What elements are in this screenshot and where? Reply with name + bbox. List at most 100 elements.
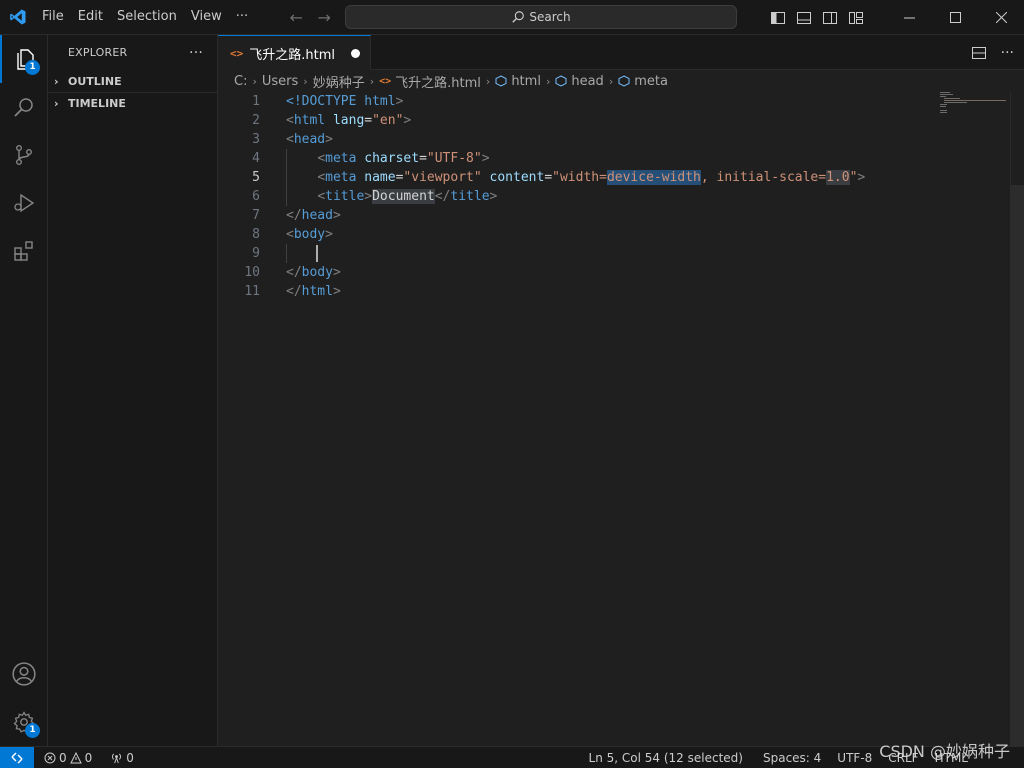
- code-token: >: [489, 189, 498, 204]
- explorer-view[interactable]: 1: [0, 35, 48, 83]
- breadcrumb-user-folder[interactable]: 妙娲种子: [313, 72, 365, 91]
- code-token: , initial-scale=: [700, 170, 827, 185]
- code-line[interactable]: 2 <html lang="en">: [218, 111, 1008, 130]
- outline-section[interactable]: › OUTLINE: [48, 70, 217, 92]
- chevron-right-icon: ›: [54, 97, 59, 110]
- line-number: 1: [252, 94, 260, 109]
- toggle-secondary-sidebar-icon[interactable]: [822, 10, 838, 26]
- line-number: 11: [244, 284, 260, 299]
- code-token: html: [293, 113, 333, 128]
- code-token: >: [364, 189, 373, 204]
- menu-file[interactable]: File: [35, 6, 71, 28]
- indentation[interactable]: Spaces: 4: [757, 747, 827, 768]
- breadcrumb: C: › Users › 妙娲种子 › <> 飞升之路.html › html ›…: [218, 70, 1024, 92]
- menu-edit[interactable]: Edit: [71, 6, 110, 28]
- problems-indicator[interactable]: 0 0: [38, 747, 98, 768]
- code-token: >: [395, 94, 404, 109]
- code-token: >: [481, 151, 490, 166]
- line-number: 5: [252, 170, 260, 185]
- menu-more[interactable]: ···: [229, 6, 255, 28]
- maximize-icon[interactable]: [932, 0, 978, 35]
- code-token: =: [544, 170, 553, 185]
- toggle-panel-icon[interactable]: [796, 10, 812, 26]
- breadcrumb-html[interactable]: html: [495, 74, 541, 89]
- breadcrumb-file[interactable]: <> 飞升之路.html: [379, 72, 481, 91]
- code-text: <title>Document</title>: [286, 187, 497, 206]
- breadcrumb-drive[interactable]: C:: [234, 74, 247, 89]
- toggle-primary-sidebar-icon[interactable]: [770, 10, 786, 26]
- manage-view[interactable]: 1: [0, 698, 48, 746]
- code-line[interactable]: 3 <head>: [218, 130, 1008, 149]
- split-editor-icon[interactable]: [971, 45, 987, 61]
- scrollbar-thumb[interactable]: [1010, 185, 1024, 768]
- vertical-scrollbar[interactable]: [1010, 92, 1024, 768]
- breadcrumb-head[interactable]: head: [555, 74, 604, 89]
- error-count: 0: [59, 750, 67, 765]
- code-line[interactable]: 9: [218, 244, 1008, 263]
- settings-badge: 1: [25, 723, 40, 738]
- minimize-icon[interactable]: [886, 0, 932, 35]
- code-token: <!: [286, 94, 302, 109]
- code-token: name: [364, 170, 396, 185]
- broadcast-icon: [112, 753, 122, 764]
- extensions-view[interactable]: [0, 227, 48, 275]
- remote-icon: [11, 751, 23, 764]
- code-line[interactable]: 8 <body>: [218, 225, 1008, 244]
- code-line[interactable]: 11 </html>: [218, 282, 1008, 301]
- code-line[interactable]: 5 <meta name="viewport" content="width=d…: [218, 168, 1008, 187]
- extensions-icon: [14, 241, 33, 261]
- code-line[interactable]: 7 </head>: [218, 206, 1008, 225]
- outline-label: OUTLINE: [68, 74, 122, 88]
- back-arrow-icon[interactable]: ←: [285, 8, 307, 27]
- code-text: <meta name="viewport" content="width=dev…: [286, 168, 865, 187]
- code-text: <head>: [286, 130, 333, 149]
- code-token: title: [325, 189, 365, 204]
- chevron-right-icon: ›: [608, 74, 614, 88]
- forward-arrow-icon[interactable]: →: [313, 8, 335, 27]
- navigation-arrows: ← →: [285, 8, 335, 27]
- code-token: meta: [325, 151, 365, 166]
- cursor-position[interactable]: Ln 5, Col 54 (12 selected): [583, 747, 749, 768]
- unsaved-dot-icon[interactable]: [351, 48, 360, 58]
- code-token: =: [364, 113, 373, 128]
- code-token: charset: [364, 151, 420, 166]
- breadcrumb-file-label: 飞升之路.html: [395, 75, 481, 91]
- code-token: <: [286, 227, 294, 242]
- more-actions-button[interactable]: ···: [189, 45, 203, 61]
- symbol-element-icon: [495, 75, 507, 87]
- code-token: "width=: [552, 170, 607, 185]
- breadcrumb-meta[interactable]: meta: [618, 74, 668, 89]
- timeline-section[interactable]: › TIMELINE: [48, 92, 217, 114]
- code-token: device-width: [606, 170, 701, 185]
- source-control-view[interactable]: [0, 131, 48, 179]
- customize-layout-icon[interactable]: [848, 10, 864, 26]
- close-icon[interactable]: [978, 0, 1024, 35]
- search-label: Search: [529, 10, 571, 24]
- line-number: 10: [244, 265, 260, 280]
- ports-indicator[interactable]: 0: [104, 747, 140, 768]
- encoding[interactable]: UTF-8: [831, 747, 878, 768]
- breadcrumb-users[interactable]: Users: [262, 74, 298, 89]
- remote-indicator[interactable]: [0, 746, 34, 768]
- code-token: >: [332, 284, 341, 299]
- accounts-view[interactable]: [0, 650, 48, 698]
- command-center-search[interactable]: Search: [345, 5, 737, 29]
- code-line[interactable]: 1 <!DOCTYPE html>: [218, 92, 1008, 111]
- code-token: head: [293, 132, 326, 147]
- code-line[interactable]: 6 <title>Document</title>: [218, 187, 1008, 206]
- code-token: head: [301, 208, 333, 223]
- menu-view[interactable]: View: [184, 6, 229, 28]
- menu-selection[interactable]: Selection: [110, 6, 184, 28]
- run-debug-view[interactable]: [0, 179, 48, 227]
- tab-label: 飞升之路.html: [249, 47, 335, 63]
- editor-more-actions[interactable]: ···: [1001, 45, 1014, 61]
- menu-bar: File Edit Selection View ···: [35, 6, 255, 28]
- code-line[interactable]: 4 <meta charset="UTF-8">: [218, 149, 1008, 168]
- tab-file[interactable]: <> 飞升之路.html: [218, 35, 371, 70]
- minimap[interactable]: [940, 92, 1010, 122]
- code-text: <meta charset="UTF-8">: [286, 149, 490, 168]
- code-line[interactable]: 10 </body>: [218, 263, 1008, 282]
- code-token: </: [286, 208, 302, 223]
- search-view[interactable]: [0, 83, 48, 131]
